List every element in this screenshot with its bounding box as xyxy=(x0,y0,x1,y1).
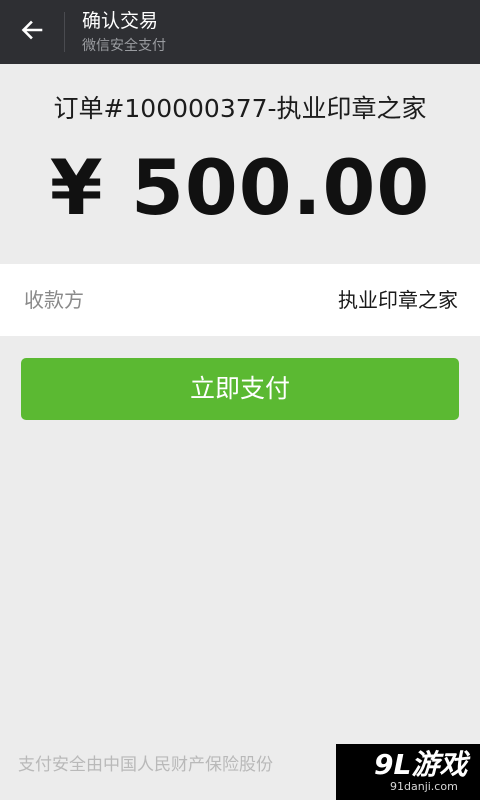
payee-row: 收款方 执业印章之家 xyxy=(0,264,480,336)
pay-now-button[interactable]: 立即支付 xyxy=(21,358,459,420)
footer-security-note: 支付安全由中国人民财产保险股份 xyxy=(18,755,273,775)
back-button[interactable] xyxy=(0,0,64,64)
title-bar: 确认交易 微信安全支付 xyxy=(0,0,480,64)
page-subtitle: 微信安全支付 xyxy=(82,38,166,54)
watermark-logo: 9L游戏 xyxy=(374,748,468,781)
order-title: 订单#100000377-执业印章之家 xyxy=(53,94,427,123)
payment-amount: ¥ 500.00 xyxy=(49,143,431,232)
watermark-url: 91danji.com xyxy=(390,780,458,793)
order-summary: 订单#100000377-执业印章之家 ¥ 500.00 xyxy=(0,64,480,262)
arrow-left-icon xyxy=(20,18,44,46)
header-divider xyxy=(64,12,65,52)
payee-value: 执业印章之家 xyxy=(338,288,458,312)
payee-label: 收款方 xyxy=(24,288,84,312)
page-title: 确认交易 xyxy=(82,10,159,32)
watermark: 9L游戏 91danji.com xyxy=(336,744,480,800)
